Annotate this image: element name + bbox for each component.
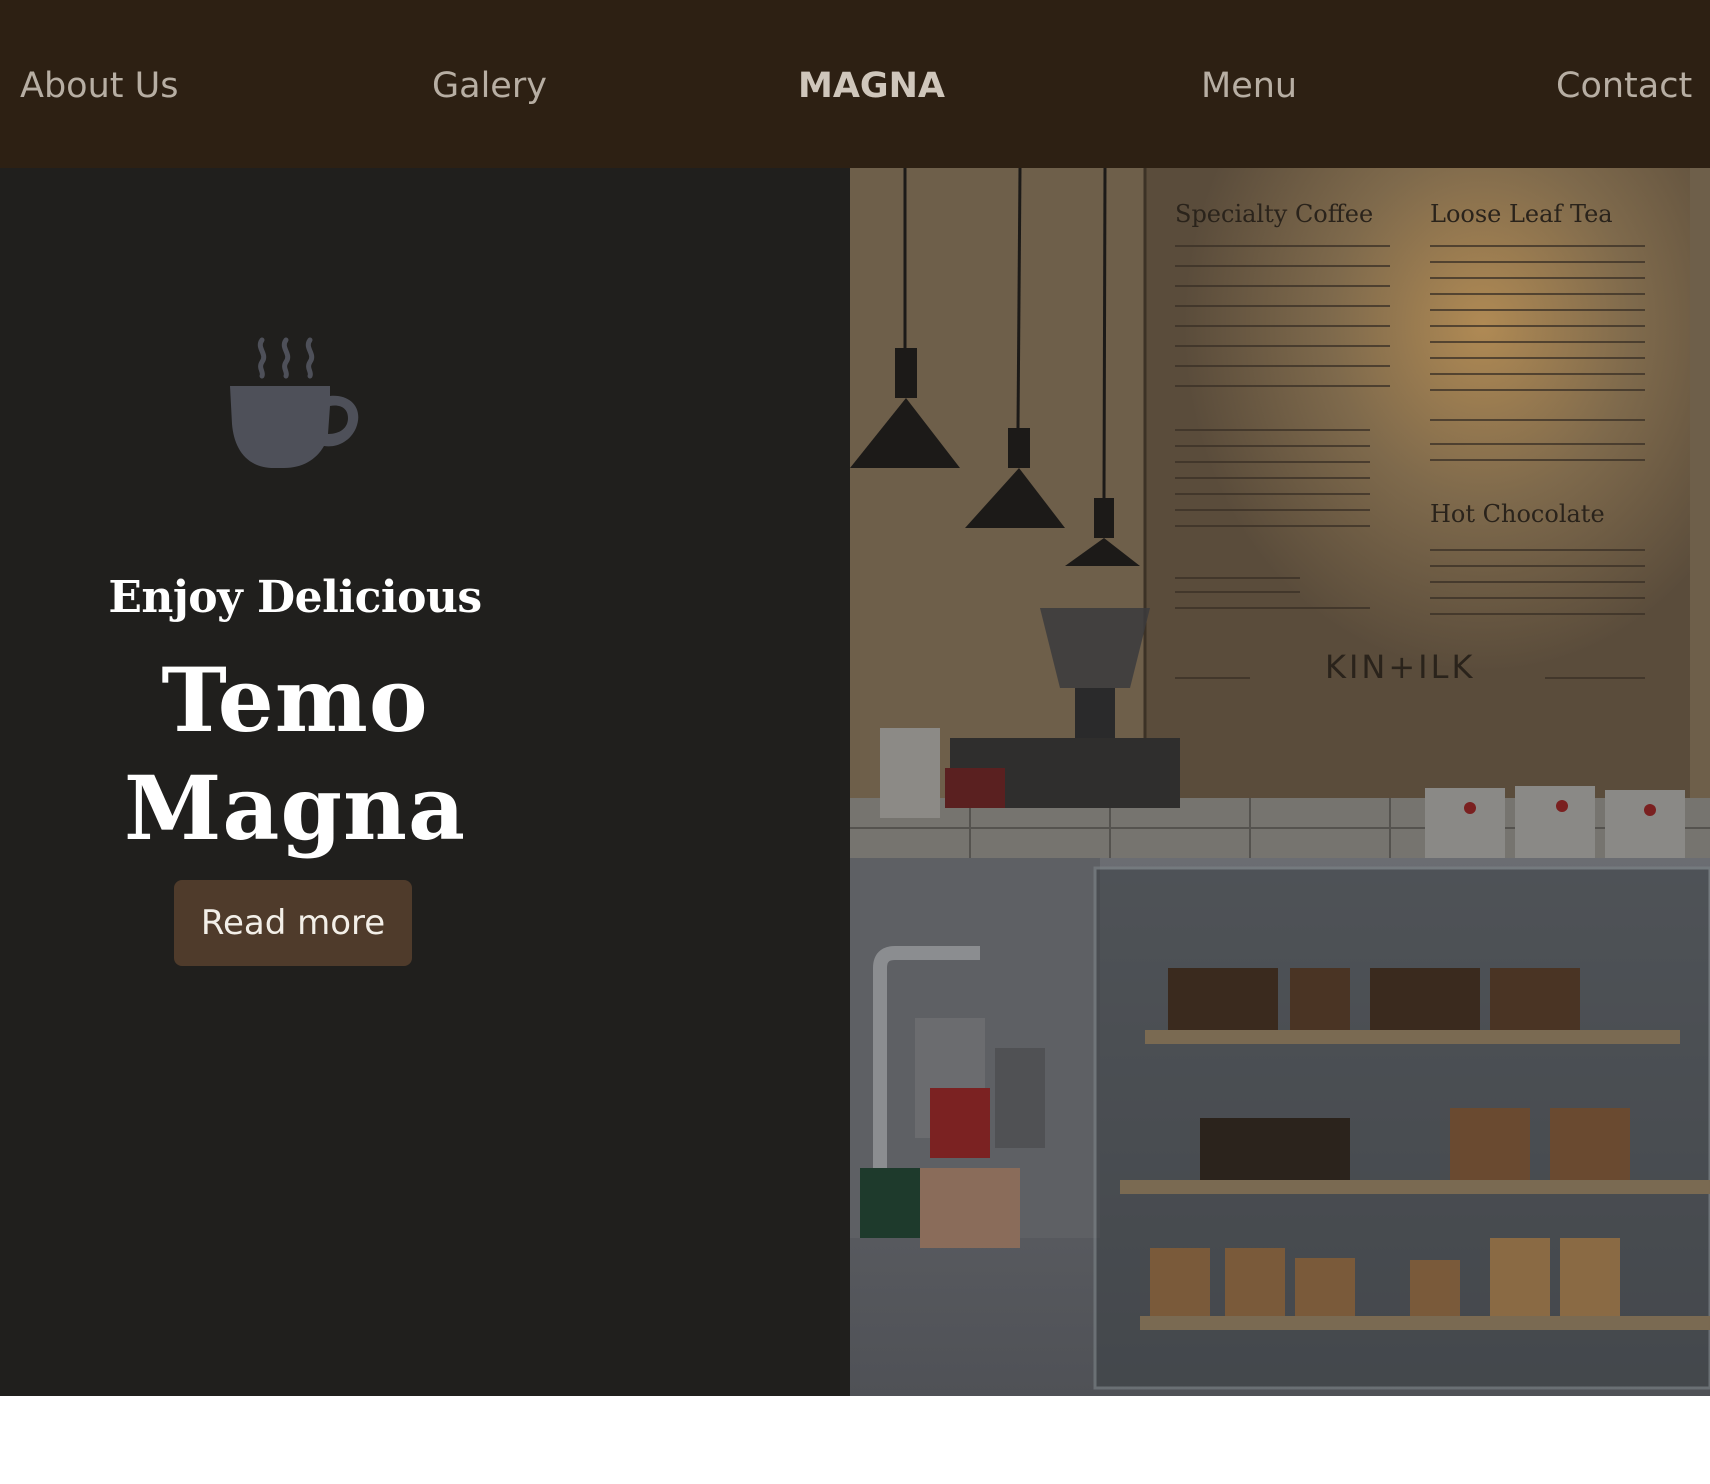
- brand-logo[interactable]: MAGNA: [798, 64, 945, 108]
- hero-section: Enjoy Delicious Temo Magna Read more Spe…: [0, 168, 1710, 1396]
- nav-contact[interactable]: Contact: [1556, 64, 1692, 108]
- hero-text-panel: Enjoy Delicious Temo Magna Read more: [0, 168, 850, 1396]
- pastry-display-case: [1093, 866, 1710, 1390]
- board-heading-tea: Loose Leaf Tea: [1430, 200, 1613, 228]
- nav-menu[interactable]: Menu: [1201, 64, 1297, 108]
- coffee-bags: [1425, 786, 1685, 858]
- hero-title-line-1: Temo: [161, 648, 429, 752]
- hero-subtitle: Enjoy Delicious: [108, 572, 482, 623]
- board-logo: KIN+ILK: [1325, 648, 1475, 686]
- coffee-cup-icon: [230, 337, 359, 468]
- board-heading-chocolate: Hot Chocolate: [1430, 500, 1605, 528]
- read-more-button[interactable]: Read more: [174, 880, 412, 966]
- cafe-photo: Specialty Coffee Loose Leaf Tea Hot Choc…: [850, 168, 1710, 1396]
- nav-gallery[interactable]: Galery: [432, 64, 547, 108]
- board-heading-coffee: Specialty Coffee: [1175, 200, 1373, 228]
- cafe-interior-illustration: Specialty Coffee Loose Leaf Tea Hot Choc…: [850, 168, 1710, 1396]
- nav-about-us[interactable]: About Us: [20, 64, 178, 108]
- hero-title-line-2: Magna: [124, 756, 466, 860]
- top-navbar: About Us Galery MAGNA Menu Contact: [0, 0, 1710, 168]
